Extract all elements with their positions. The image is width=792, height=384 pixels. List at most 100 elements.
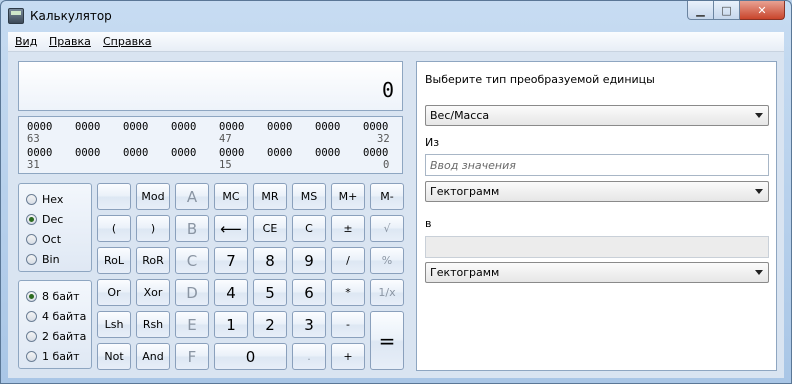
menu-help[interactable]: Справка xyxy=(103,35,151,48)
maximize-button[interactable]: □ xyxy=(714,1,740,20)
bit-group[interactable]: 0000 xyxy=(75,147,100,159)
decimal-point-button[interactable]: . xyxy=(292,343,326,370)
radio-hex[interactable]: Hex xyxy=(26,193,63,206)
mod-button[interactable]: Mod xyxy=(136,183,170,210)
bit-group[interactable]: 0000 xyxy=(171,147,196,159)
bit-index-label: 31 xyxy=(27,159,40,171)
digit-7-button[interactable]: 7 xyxy=(214,247,248,274)
backspace-button[interactable]: ⟵ xyxy=(214,215,248,242)
to-unit-value: Гектограмм xyxy=(430,266,500,279)
memory-add-button[interactable]: M+ xyxy=(331,183,365,210)
radio-4-bytes[interactable]: 4 байта xyxy=(26,310,86,323)
radio-circle[interactable] xyxy=(26,254,37,265)
digit-8-button[interactable]: 8 xyxy=(253,247,287,274)
multiply-button[interactable]: * xyxy=(331,279,365,306)
hex-a-button[interactable]: A xyxy=(175,183,209,210)
radio-circle-selected[interactable] xyxy=(26,291,37,302)
and-button[interactable]: And xyxy=(136,343,170,370)
divide-button[interactable]: / xyxy=(331,247,365,274)
bit-group[interactable]: 0000 xyxy=(267,121,292,133)
clear-button[interactable]: C xyxy=(292,215,326,242)
digit-6-button[interactable]: 6 xyxy=(292,279,326,306)
minimize-button[interactable]: ▁ xyxy=(687,1,714,20)
radio-oct[interactable]: Oct xyxy=(26,233,61,246)
bit-group[interactable]: 0000 xyxy=(315,147,340,159)
close-paren-button[interactable]: ) xyxy=(136,215,170,242)
rotate-left-button[interactable]: RoL xyxy=(97,247,131,274)
radio-1-byte[interactable]: 1 байт xyxy=(26,350,80,363)
menu-edit[interactable]: Правка xyxy=(49,35,91,48)
percent-button[interactable]: % xyxy=(370,247,404,274)
bit-group[interactable]: 0000 xyxy=(27,147,52,159)
radio-bin[interactable]: Bin xyxy=(26,253,60,266)
hex-c-button[interactable]: C xyxy=(175,247,209,274)
bit-group[interactable]: 0000 xyxy=(75,121,100,133)
window-title: Калькулятор xyxy=(30,9,112,23)
bit-group[interactable]: 0000 xyxy=(219,121,244,133)
left-shift-button[interactable]: Lsh xyxy=(97,311,131,338)
hex-f-button[interactable]: F xyxy=(175,343,209,370)
rotate-right-button[interactable]: RoR xyxy=(136,247,170,274)
word-size-panel: 8 байт 4 байта 2 байта 1 байт xyxy=(18,280,92,369)
title-bar[interactable]: Калькулятор ▁ □ ✕ xyxy=(1,1,791,31)
chevron-down-icon xyxy=(755,113,763,118)
radio-circle[interactable] xyxy=(26,351,37,362)
digit-1-button[interactable]: 1 xyxy=(214,311,248,338)
memory-store-button[interactable]: MS xyxy=(292,183,326,210)
hex-e-button[interactable]: E xyxy=(175,311,209,338)
radio-2-bytes[interactable]: 2 байта xyxy=(26,330,86,343)
digit-9-button[interactable]: 9 xyxy=(292,247,326,274)
subtract-button[interactable]: - xyxy=(331,311,365,338)
bit-group[interactable]: 0000 xyxy=(123,147,148,159)
equals-button[interactable]: = xyxy=(370,311,404,370)
radio-dec[interactable]: Dec xyxy=(26,213,63,226)
radio-circle[interactable] xyxy=(26,331,37,342)
radio-8-bytes[interactable]: 8 байт xyxy=(26,290,80,303)
display-value: 0 xyxy=(381,78,394,102)
hex-b-button[interactable]: B xyxy=(175,215,209,242)
bit-group[interactable]: 0000 xyxy=(363,121,388,133)
from-value-field[interactable] xyxy=(425,154,769,176)
unit-type-select[interactable]: Вес/Масса xyxy=(425,105,769,126)
close-button[interactable]: ✕ xyxy=(740,1,785,20)
reciprocal-button[interactable]: 1/x xyxy=(370,279,404,306)
digit-3-button[interactable]: 3 xyxy=(292,311,326,338)
from-unit-select[interactable]: Гектограмм xyxy=(425,181,769,202)
radio-circle-selected[interactable] xyxy=(26,214,37,225)
clear-entry-button[interactable]: CE xyxy=(253,215,287,242)
bit-group[interactable]: 0000 xyxy=(123,121,148,133)
not-button[interactable]: Not xyxy=(97,343,131,370)
from-value-input[interactable] xyxy=(430,156,760,174)
blank-key[interactable] xyxy=(97,183,131,210)
radio-circle[interactable] xyxy=(26,311,37,322)
memory-clear-button[interactable]: MC xyxy=(214,183,248,210)
bit-group[interactable]: 0000 xyxy=(267,147,292,159)
number-base-panel: Hex Dec Oct Bin xyxy=(18,183,92,272)
unit-type-value: Вес/Масса xyxy=(430,109,490,122)
memory-subtract-button[interactable]: M- xyxy=(370,183,404,210)
digit-4-button[interactable]: 4 xyxy=(214,279,248,306)
conversion-heading: Выберите тип преобразуемой единицы xyxy=(425,73,655,86)
radio-circle[interactable] xyxy=(26,194,37,205)
open-paren-button[interactable]: ( xyxy=(97,215,131,242)
plus-minus-button[interactable]: ± xyxy=(331,215,365,242)
menu-view[interactable]: Вид xyxy=(15,35,37,48)
memory-recall-button[interactable]: MR xyxy=(253,183,287,210)
bit-group[interactable]: 0000 xyxy=(315,121,340,133)
radio-circle[interactable] xyxy=(26,234,37,245)
add-button[interactable]: + xyxy=(331,343,365,370)
hex-d-button[interactable]: D xyxy=(175,279,209,306)
sqrt-button[interactable]: √ xyxy=(370,215,404,242)
bit-group[interactable]: 0000 xyxy=(27,121,52,133)
to-unit-select[interactable]: Гектограмм xyxy=(425,262,769,283)
right-shift-button[interactable]: Rsh xyxy=(136,311,170,338)
bit-group[interactable]: 0000 xyxy=(171,121,196,133)
digit-5-button[interactable]: 5 xyxy=(253,279,287,306)
digit-0-button[interactable]: 0 xyxy=(214,343,287,370)
digit-2-button[interactable]: 2 xyxy=(253,311,287,338)
result-display: 0 xyxy=(18,61,403,111)
xor-button[interactable]: Xor xyxy=(136,279,170,306)
or-button[interactable]: Or xyxy=(97,279,131,306)
bit-group[interactable]: 0000 xyxy=(219,147,244,159)
bit-group[interactable]: 0000 xyxy=(363,147,388,159)
